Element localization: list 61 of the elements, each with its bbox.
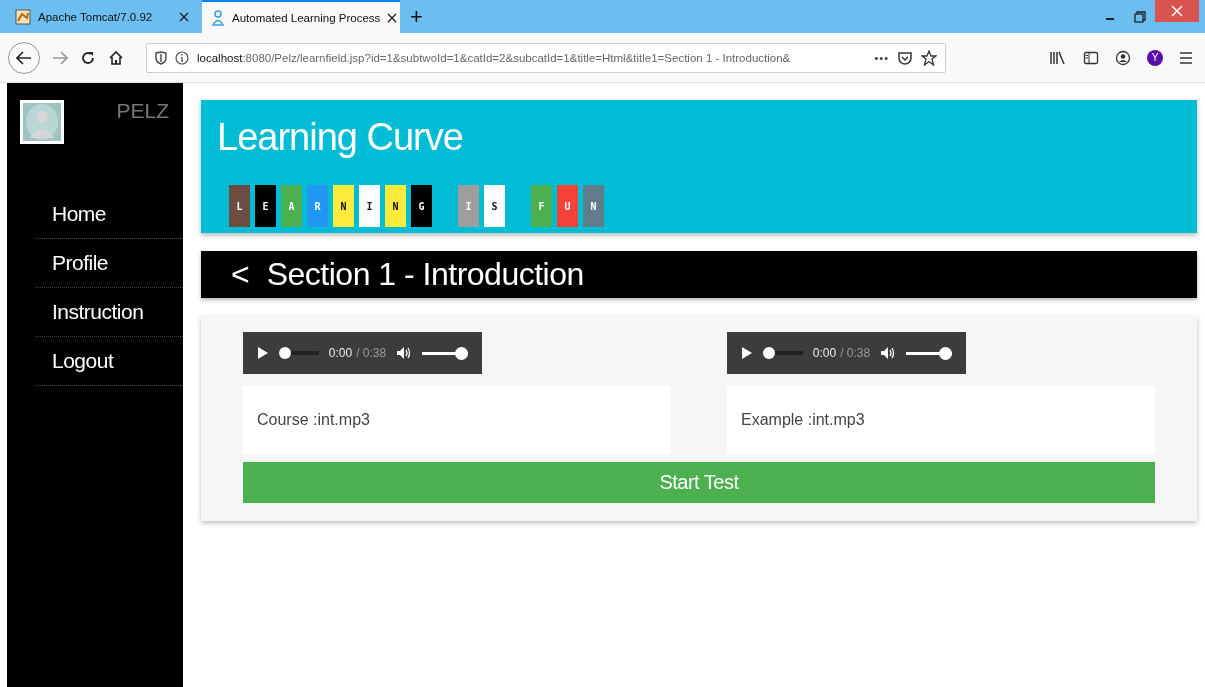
arrow-right-icon[interactable]: [52, 50, 68, 65]
volume-thumb[interactable]: [455, 346, 468, 360]
page-title: Learning Curve: [217, 118, 464, 156]
current-time: 0:00: [328, 346, 353, 360]
more-button[interactable]: •••: [874, 51, 889, 64]
info-icon: [175, 50, 189, 65]
nav-link[interactable]: Instruction: [36, 288, 183, 337]
brand-name: PELZ: [116, 99, 169, 123]
back-link[interactable]: <: [231, 256, 250, 293]
play-icon[interactable]: [741, 346, 753, 360]
section-title: Section 1 - Introduction: [266, 256, 584, 293]
duration: / 0:38: [840, 346, 871, 360]
shield-icon: [155, 50, 167, 65]
duration: / 0:38: [356, 346, 387, 360]
letter-tile: I: [458, 185, 479, 227]
seek-thumb[interactable]: [763, 347, 775, 359]
avatar-icon: [20, 100, 64, 144]
file-name: Course :int.mp3: [257, 411, 370, 429]
close-icon: [1171, 5, 1183, 17]
browser-tab[interactable]: Automated Learning Process: [202, 0, 400, 33]
letter-tile: N: [583, 185, 604, 227]
letter-tile: F: [531, 185, 552, 227]
file-name: Example :int.mp3: [741, 411, 865, 429]
pocket-icon[interactable]: [897, 49, 913, 66]
seek-thumb[interactable]: [279, 347, 291, 359]
letter-tile: U: [557, 185, 578, 227]
close-button[interactable]: [1155, 0, 1199, 22]
play-icon[interactable]: [257, 346, 269, 360]
library-icon[interactable]: [1049, 49, 1067, 66]
address-bar[interactable]: localhost:8080/Pelz/learnfield.jsp?id=1&subtwoId=1&catId=2&subcatId=1&title=Html&title1=Section 1 - Introduction& •••: [146, 42, 946, 73]
menu-icon[interactable]: [1179, 50, 1193, 65]
profile-badge[interactable]: Y: [1147, 49, 1163, 66]
reload-icon[interactable]: [80, 49, 96, 66]
letter-tile: L: [229, 185, 250, 227]
letter-tile: S: [484, 185, 505, 227]
volume-icon[interactable]: [396, 346, 413, 360]
volume-thumb[interactable]: [939, 346, 952, 360]
new-tab-button[interactable]: +: [400, 0, 433, 33]
letter-tile: A: [281, 185, 302, 227]
close-icon[interactable]: [179, 11, 189, 22]
star-icon[interactable]: [921, 49, 937, 66]
cat-icon: [15, 8, 31, 25]
url-text: localhost:8080/Pelz/learnfield.jsp?id=1&subtwoId=1&catId=2&subcatId=1&title=Html&title1=Section 1 - Introduction&: [197, 51, 792, 64]
letter-tile: E: [255, 185, 276, 227]
close-icon[interactable]: [387, 12, 398, 23]
arrow-left-icon: [16, 50, 32, 65]
home-icon[interactable]: [108, 49, 124, 66]
nav-link[interactable]: Home: [36, 190, 183, 239]
letter-tile: N: [333, 185, 354, 227]
person-icon: [211, 9, 225, 26]
volume-icon[interactable]: [880, 346, 897, 360]
sidebar-icon[interactable]: [1083, 49, 1099, 66]
letter-tile: N: [385, 185, 406, 227]
account-icon[interactable]: [1115, 49, 1131, 66]
nav-link[interactable]: Logout: [36, 337, 183, 386]
nav-link[interactable]: Profile: [36, 239, 183, 288]
letter-tile: R: [307, 185, 328, 227]
letter-tile: I: [359, 185, 380, 227]
browser-tab[interactable]: Apache Tomcat/7.0.92: [6, 0, 198, 33]
letter-tile: G: [411, 185, 432, 227]
current-time: 0:00: [812, 346, 837, 360]
